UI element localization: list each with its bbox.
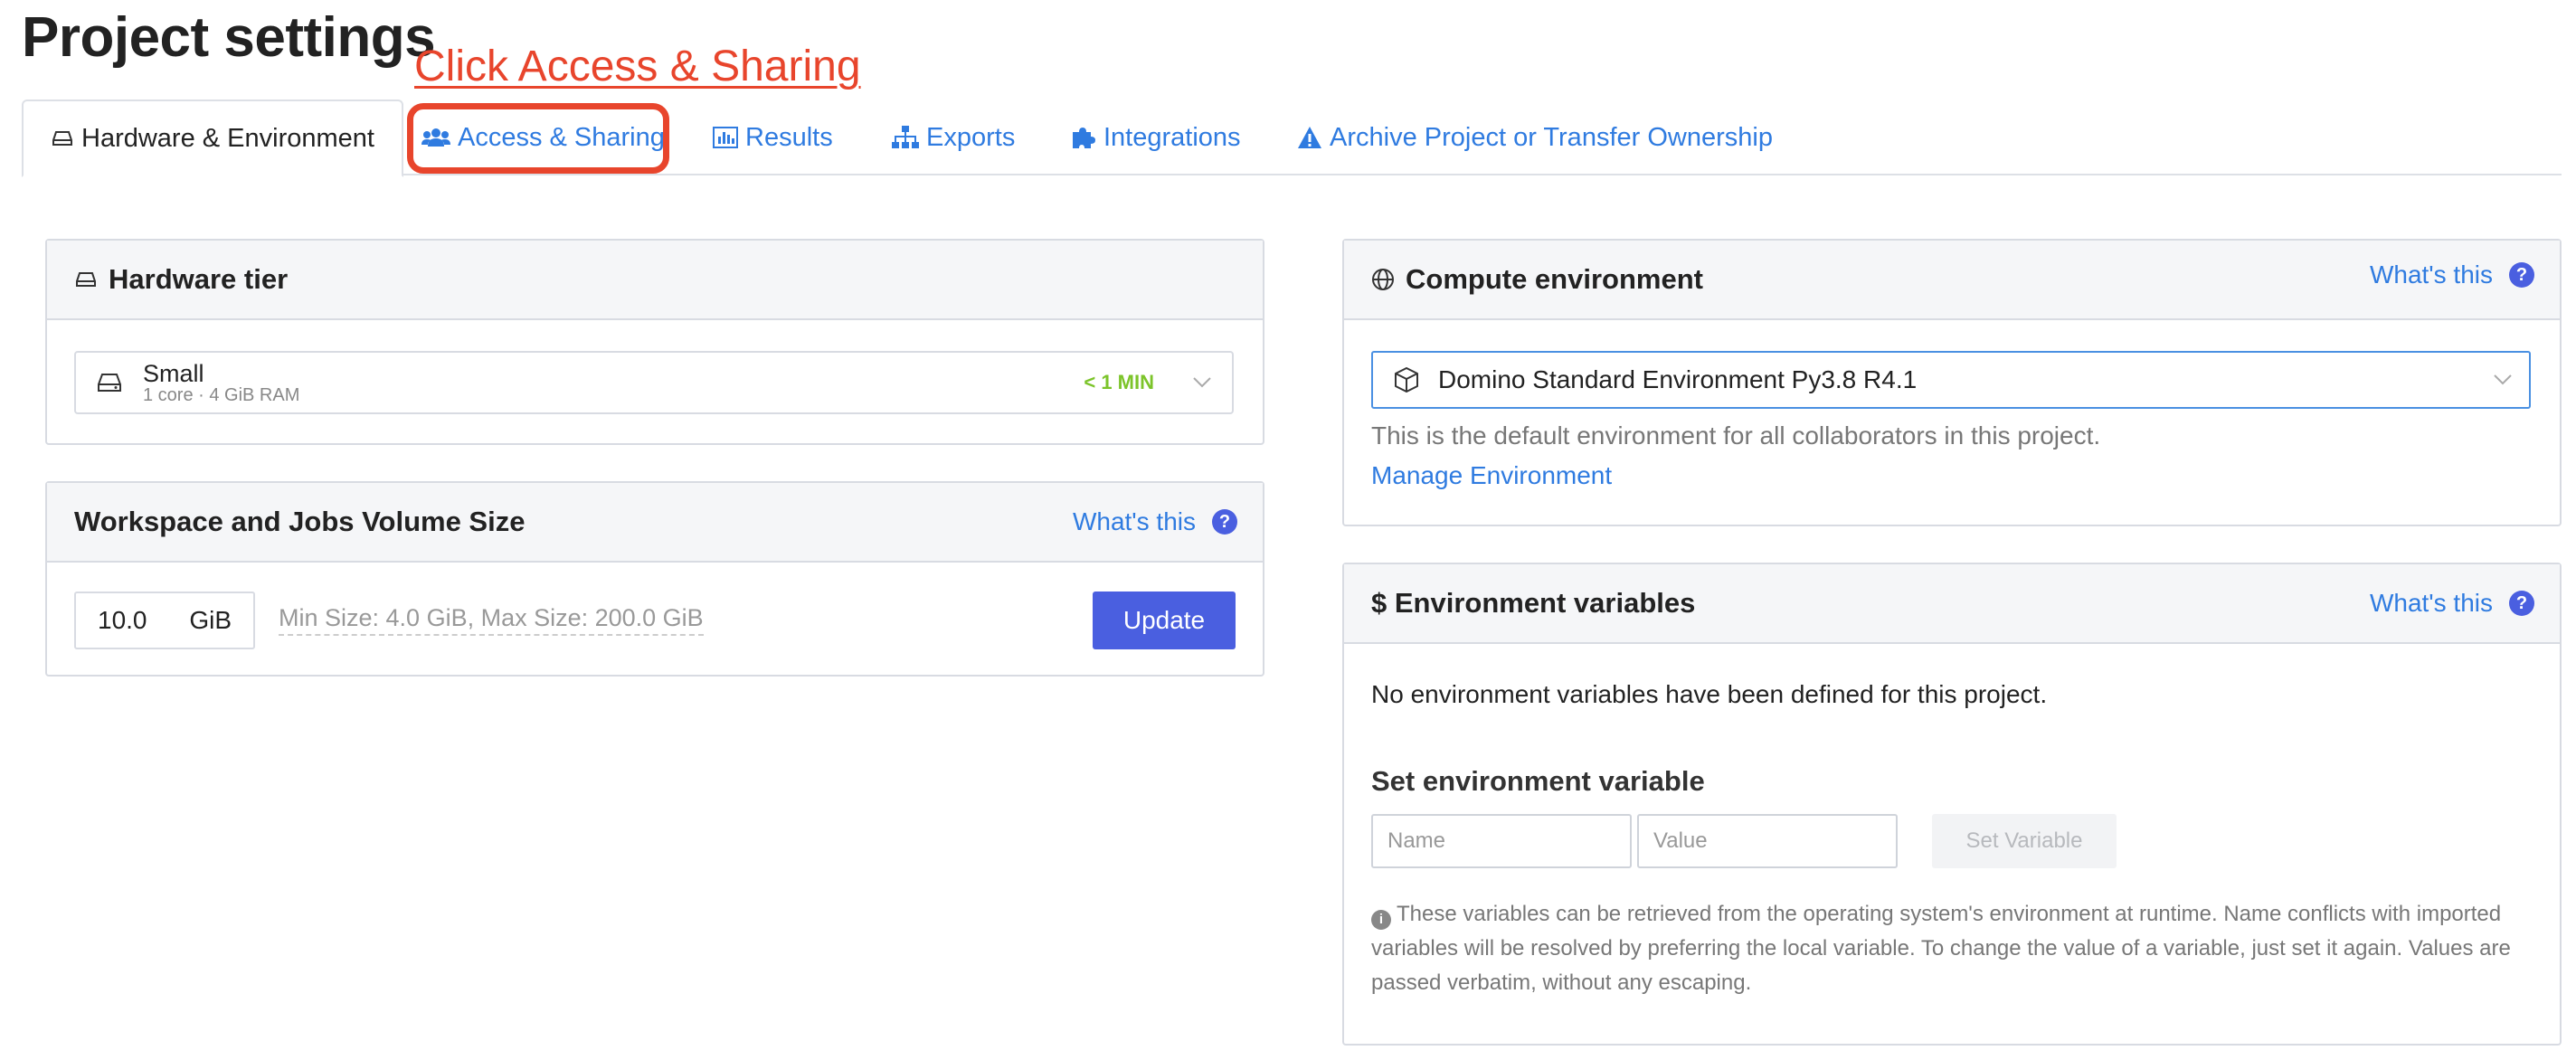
panel-header: Hardware tier (47, 241, 1263, 320)
question-icon: ? (2509, 262, 2534, 288)
panel-header: $ Environment variables What's this ? (1344, 564, 2560, 644)
set-variable-heading: Set environment variable (1371, 765, 1705, 797)
puzzle-icon (1073, 128, 1095, 148)
set-variable-button[interactable]: Set Variable (1932, 814, 2117, 868)
hardware-tier-name: Small (143, 360, 204, 387)
variable-value-input[interactable] (1637, 814, 1898, 868)
volume-size-unit: GiB (189, 606, 232, 634)
tab-label: Integrations (1103, 122, 1241, 152)
environment-select[interactable]: Domino Standard Environment Py3.8 R4.1 (1371, 351, 2531, 409)
tab-label: Archive Project or Transfer Ownership (1330, 122, 1773, 152)
tab-label: Results (745, 122, 833, 152)
bar-chart-icon (713, 127, 738, 148)
tab-integrations[interactable]: Integrations (1071, 99, 1241, 175)
tab-results[interactable]: Results (713, 99, 833, 175)
cube-icon (1393, 366, 1420, 393)
tab-access-sharing[interactable]: Access & Sharing (421, 99, 665, 175)
whats-this-link[interactable]: What's this ? (1073, 507, 1237, 536)
variable-name-input[interactable] (1371, 814, 1632, 868)
environment-variables-panel: $ Environment variables What's this ? No… (1342, 563, 2562, 1046)
info-icon: i (1371, 910, 1391, 930)
question-icon: ? (2509, 591, 2534, 616)
panel-header: Compute environment What's this ? (1344, 241, 2560, 320)
hardware-tier-select[interactable]: Small 1 core · 4 GiB RAM < 1 MIN (74, 351, 1234, 414)
drive-icon (74, 270, 98, 289)
panel-title: $ Environment variables (1371, 587, 1696, 619)
compute-environment-panel: Compute environment What's this ? Domino… (1342, 239, 2562, 526)
tab-archive-transfer[interactable]: Archive Project or Transfer Ownership (1297, 99, 1773, 175)
startup-time-badge: < 1 MIN (1084, 371, 1154, 393)
panel-title: Workspace and Jobs Volume Size (74, 506, 526, 537)
whats-this-link[interactable]: What's this ? (2370, 589, 2534, 618)
tab-label: Exports (926, 122, 1016, 152)
question-icon: ? (1212, 509, 1237, 535)
panel-title: Compute environment (1406, 263, 1703, 295)
volume-size-hint: Min Size: 4.0 GiB, Max Size: 200.0 GiB (279, 604, 704, 636)
globe-icon (1371, 268, 1395, 291)
whats-this-label: What's this (1072, 507, 1196, 535)
drive-icon (96, 372, 123, 393)
volume-size-value: 10.0 (98, 606, 147, 634)
chevron-down-icon (1192, 376, 1212, 389)
tab-label: Access & Sharing (458, 122, 665, 152)
settings-tabs: Hardware & Environment Access & Sharing … (22, 99, 2562, 177)
sitemap-icon (892, 126, 919, 148)
whats-this-link[interactable]: What's this ? (2370, 260, 2534, 289)
variables-info-note: i These variables can be retrieved from t… (1371, 897, 2529, 1000)
whats-this-label: What's this (2369, 589, 2493, 617)
chevron-down-icon (2493, 374, 2513, 386)
page-title: Project settings (22, 6, 436, 69)
volume-size-panel: Workspace and Jobs Volume Size What's th… (45, 481, 1264, 677)
volume-size-input[interactable]: 10.0 GiB (74, 592, 255, 649)
tab-hardware-environment[interactable]: Hardware & Environment (22, 99, 403, 177)
environment-name: Domino Standard Environment Py3.8 R4.1 (1438, 365, 1918, 393)
instruction-annotation: Click Access & Sharing (414, 43, 861, 90)
no-variables-message: No environment variables have been defin… (1371, 680, 2048, 708)
panel-title: Hardware tier (109, 263, 289, 295)
environment-description: This is the default environment for all … (1371, 421, 2101, 450)
tab-label: Hardware & Environment (81, 123, 374, 153)
warning-icon (1298, 127, 1321, 148)
drive-icon (52, 131, 72, 146)
manage-environment-link[interactable]: Manage Environment (1371, 461, 1612, 490)
hardware-tier-panel: Hardware tier Small 1 core · 4 GiB RAM <… (45, 239, 1264, 445)
panel-header: Workspace and Jobs Volume Size What's th… (47, 483, 1263, 563)
update-button[interactable]: Update (1093, 592, 1236, 649)
users-icon (421, 128, 450, 147)
tab-exports[interactable]: Exports (892, 99, 1015, 175)
hardware-tier-specs: 1 core · 4 GiB RAM (143, 385, 300, 405)
whats-this-label: What's this (2369, 260, 2493, 289)
variables-info-text: These variables can be retrieved from th… (1371, 902, 2511, 995)
